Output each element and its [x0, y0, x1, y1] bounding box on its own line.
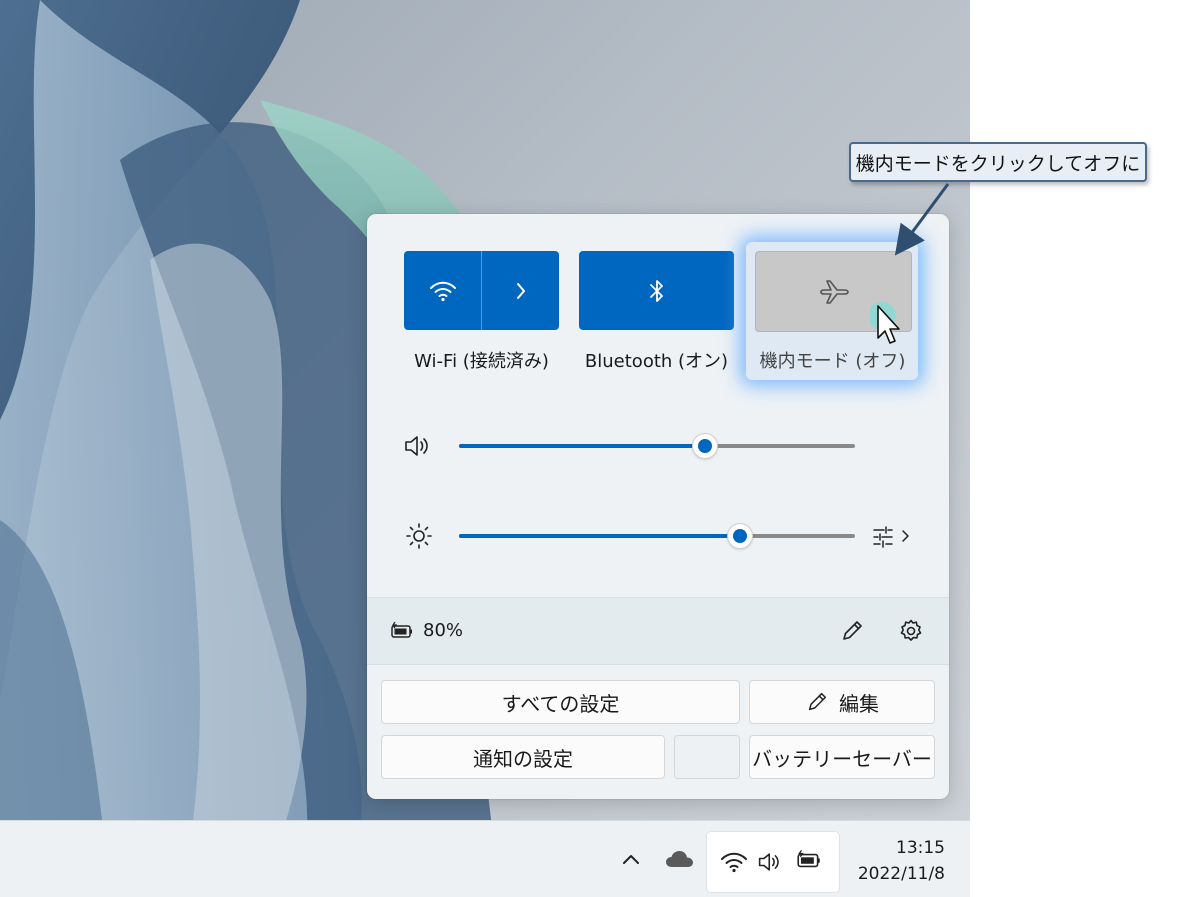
- pencil-icon: [808, 692, 827, 711]
- airplane-tile-label: 機内モード (オフ): [759, 351, 906, 372]
- volume-slider-thumb[interactable]: [692, 434, 717, 458]
- page-margin: [970, 0, 1200, 896]
- all-settings-label: すべての設定: [501, 691, 620, 716]
- callout-text: 機内モードをクリックしてオフに: [855, 152, 1141, 175]
- taskbar: 13:15 2022/11/8: [0, 820, 970, 897]
- quick-settings-panel: Wi-Fi (接続済み) Bluetooth (オン) 機内モード (オフ) 8…: [367, 214, 949, 799]
- system-tray-quick-settings-button[interactable]: [706, 831, 840, 893]
- volume-row: [367, 426, 949, 466]
- instruction-callout: 機内モードをクリックしてオフに: [849, 142, 1147, 182]
- bluetooth-tile-label: Bluetooth (オン): [584, 351, 729, 372]
- pencil-icon[interactable]: [839, 618, 865, 644]
- bluetooth-tile[interactable]: [579, 251, 734, 330]
- wifi-icon: [721, 852, 747, 873]
- speaker-icon[interactable]: [403, 432, 435, 460]
- wifi-tile-label: Wi-Fi (接続済み): [414, 351, 549, 372]
- battery-saver-label: バッテリーセーバー: [752, 746, 932, 771]
- volume-slider[interactable]: [459, 434, 855, 458]
- battery-charging-icon: [391, 621, 412, 638]
- display-settings-expand-icon[interactable]: [870, 522, 915, 550]
- gear-icon[interactable]: [898, 618, 924, 644]
- brightness-slider[interactable]: [459, 524, 855, 548]
- brightness-slider-thumb[interactable]: [728, 524, 753, 548]
- battery-status[interactable]: 80%: [389, 620, 463, 641]
- edit-button[interactable]: 編集: [749, 680, 935, 724]
- battery-saver-button[interactable]: バッテリーセーバー: [749, 735, 935, 779]
- empty-button-slot: [674, 735, 740, 779]
- battery-percent: 80%: [423, 620, 464, 641]
- taskbar-clock[interactable]: 13:15 2022/11/8: [845, 835, 945, 887]
- wifi-tile[interactable]: [404, 251, 559, 330]
- clock-time: 13:15: [896, 838, 945, 858]
- all-settings-button[interactable]: すべての設定: [381, 680, 740, 724]
- edit-label: 編集: [839, 691, 879, 716]
- sun-icon: [406, 523, 432, 549]
- brightness-slider-fill: [459, 534, 741, 538]
- notification-settings-button[interactable]: 通知の設定: [381, 735, 665, 779]
- mouse-cursor: [870, 302, 900, 344]
- brightness-row: [367, 516, 949, 556]
- notification-settings-label: 通知の設定: [473, 746, 573, 771]
- chevron-up-icon[interactable]: [619, 847, 643, 871]
- wifi-toggle[interactable]: [404, 251, 481, 330]
- quick-settings-footer: 80%: [367, 597, 949, 665]
- chevron-right-icon: [516, 282, 525, 299]
- volume-slider-fill: [459, 444, 705, 448]
- speaker-icon: [758, 853, 779, 871]
- cloud-icon[interactable]: [664, 845, 696, 873]
- wifi-icon: [429, 281, 456, 301]
- wifi-expand-button[interactable]: [482, 251, 559, 330]
- battery-charging-icon: [797, 849, 820, 868]
- clock-date: 2022/11/8: [857, 864, 945, 884]
- bluetooth-icon: [649, 279, 663, 302]
- airplane-icon: [819, 279, 849, 304]
